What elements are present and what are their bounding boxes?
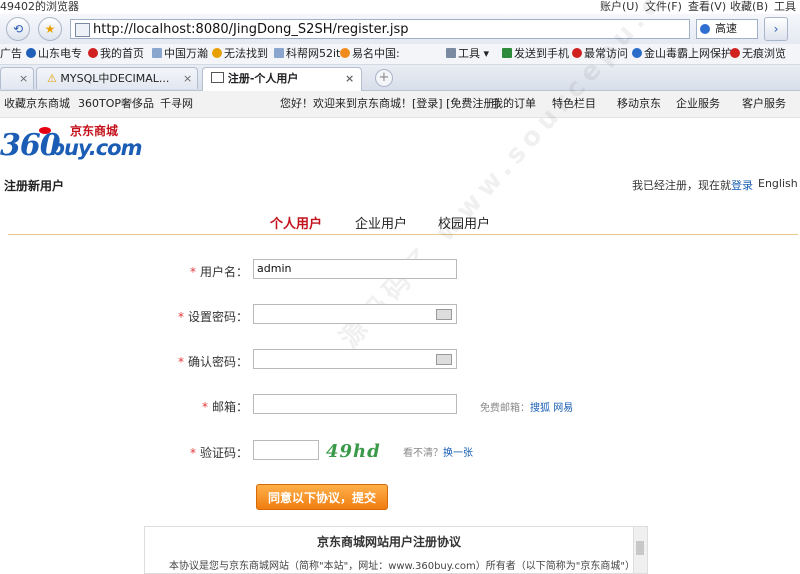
tab[interactable]: × [0, 67, 34, 89]
fav-item[interactable]: 易名中国: [340, 44, 400, 64]
username-field[interactable]: admin [253, 259, 457, 279]
incognito-icon [730, 48, 740, 58]
english-link[interactable]: English [758, 177, 798, 190]
scrollbar[interactable] [633, 527, 647, 573]
agreement-text: 本协议是您与京东商城网站（简称"本站"，网址：www.360buy.com）所有… [169, 561, 637, 572]
email-hint: 免费邮箱：搜狐 网易 [480, 403, 574, 414]
page-title: 注册新用户 [4, 179, 65, 193]
address-toolbar: ⟲ ★ http://localhost:8080/JingDong_S2SH/… [0, 14, 800, 45]
shield-icon [632, 48, 642, 58]
fav-item[interactable]: 金山毒霸上网保护 [632, 44, 732, 64]
topnav-link[interactable]: 收藏京东商城 [4, 91, 70, 117]
tab-enterprise[interactable]: 企业用户 [355, 213, 407, 232]
sohu-link[interactable]: 搜狐 [530, 403, 550, 414]
site-logo[interactable]: 京东商城 360 buy.com [0, 122, 142, 164]
fav-item[interactable]: 中国万瀚 [152, 44, 208, 64]
engine-label: 高速 [715, 22, 737, 35]
site-top-nav: 收藏京东商城 360TOP奢侈品 千寻网 您好！欢迎来到京东商城！[登录] [免… [0, 91, 800, 118]
password-field[interactable] [253, 304, 457, 324]
email-field[interactable] [253, 394, 457, 414]
fav-item[interactable]: 我的首页 [88, 44, 144, 64]
logo-buy: buy.com [50, 136, 142, 160]
phone-icon [502, 48, 512, 58]
confirm-password-field[interactable] [253, 349, 457, 369]
chevron-right-icon: › [773, 22, 779, 36]
mysql-icon: ⚠ [47, 72, 57, 85]
tab[interactable]: ⚠ MYSQL中DECIMAL... × [36, 67, 198, 89]
site-icon [340, 48, 350, 58]
agreement-box[interactable]: 京东商城网站用户注册协议 本协议是您与京东商城网站（简称"本站"，网址：www.… [144, 526, 648, 574]
captcha-refresh-link[interactable]: 换一张 [443, 448, 473, 459]
fav-item[interactable]: 广告 [0, 44, 22, 64]
fav-item[interactable]: 无法找到 [212, 44, 268, 64]
plus-icon: + [378, 70, 390, 85]
weibo-icon [88, 48, 98, 58]
welcome-text[interactable]: 您好！欢迎来到京东商城！[登录] [免费注册] [280, 91, 499, 117]
fav-item[interactable]: 科帮网52it [274, 44, 340, 64]
already-registered: 我已经注册，现在就登录 [632, 179, 753, 192]
topnav-link[interactable]: 千寻网 [160, 91, 193, 117]
browser-title-bar: 49402的浏览器 账户(U) 文件(F) 查看(V) 收藏(B) 工具 [0, 0, 800, 14]
go-button[interactable]: › [764, 17, 788, 41]
menu-favorites[interactable]: 收藏(B) [730, 0, 768, 13]
search-engine-select[interactable]: 高速 [696, 19, 758, 39]
menu-view[interactable]: 查看(V) [688, 0, 726, 13]
captcha-image[interactable]: 49hd [326, 441, 381, 462]
favorite-star-button[interactable]: ★ [38, 17, 62, 41]
netease-link[interactable]: 网易 [553, 403, 573, 414]
url-text: http://localhost:8080/JingDong_S2SH/regi… [93, 22, 409, 37]
captcha-field[interactable] [253, 440, 319, 460]
topnav-link[interactable]: 企业服务 [676, 91, 720, 117]
password-label: * 设置密码： [177, 310, 248, 324]
confirm-password-label: * 确认密码： [177, 355, 248, 369]
page-icon [152, 48, 162, 58]
fav-item[interactable]: 工具 ▾ [446, 44, 489, 64]
captcha-hint: 看不清？换一张 [403, 448, 473, 459]
tab-bar: × ⚠ MYSQL中DECIMAL... × 注册-个人用户 × + [0, 65, 800, 91]
topnav-link[interactable]: 客户服务 [742, 91, 786, 117]
close-icon[interactable]: × [345, 68, 354, 90]
engine-icon [700, 24, 710, 34]
login-link[interactable]: 登录 [731, 179, 753, 192]
star-icon: ★ [44, 22, 56, 36]
username-label: * 用户名： [189, 265, 248, 279]
close-icon[interactable]: × [19, 68, 28, 89]
tab-personal[interactable]: 个人用户 [270, 213, 322, 232]
submit-button[interactable]: 同意以下协议，提交 [256, 484, 388, 510]
menu-tools[interactable]: 工具 [774, 0, 796, 13]
agreement-title: 京东商城网站用户注册协议 [316, 535, 461, 549]
topnav-link[interactable]: 360TOP奢侈品 [78, 91, 154, 117]
tab-active[interactable]: 注册-个人用户 × [202, 67, 362, 91]
topnav-link[interactable]: 移动京东 [617, 91, 661, 117]
keyboard-icon[interactable] [436, 354, 452, 365]
scroll-thumb[interactable] [636, 541, 644, 555]
fav-item[interactable]: 发送到手机 [502, 44, 569, 64]
page-icon [211, 72, 224, 83]
keyboard-icon[interactable] [436, 309, 452, 320]
window-title: 49402的浏览器 [0, 0, 79, 13]
email-label: * 邮箱： [201, 400, 248, 414]
close-icon[interactable]: × [183, 68, 192, 89]
page-icon [274, 48, 284, 58]
favorites-bar: 广告 山东电专 我的首页 中国万瀚 无法找到 科帮网52it 易名中国: 工具 … [0, 44, 800, 65]
fav-item[interactable]: 山东电专 [26, 44, 82, 64]
site-icon [26, 48, 36, 58]
divider [8, 234, 798, 235]
tools-icon [446, 48, 456, 58]
page-icon [75, 23, 90, 37]
fav-item[interactable]: 无痕浏览 [730, 44, 786, 64]
new-tab-button[interactable]: + [375, 69, 393, 87]
captcha-label: * 验证码： [189, 446, 248, 460]
back-button[interactable]: ⟲ [6, 17, 30, 41]
back-arrow-icon: ⟲ [12, 22, 24, 36]
warning-icon [212, 48, 222, 58]
